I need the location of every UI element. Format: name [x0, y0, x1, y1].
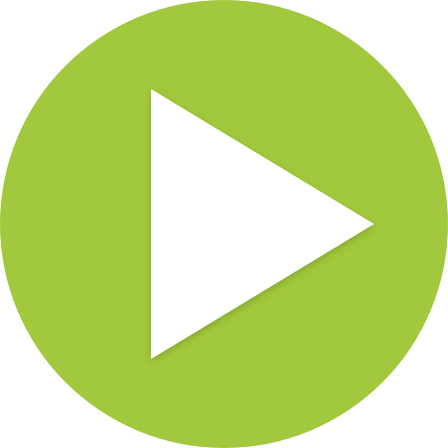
play-button[interactable] [0, 0, 448, 448]
play-icon [0, 0, 448, 448]
play-button-stage [0, 0, 448, 448]
